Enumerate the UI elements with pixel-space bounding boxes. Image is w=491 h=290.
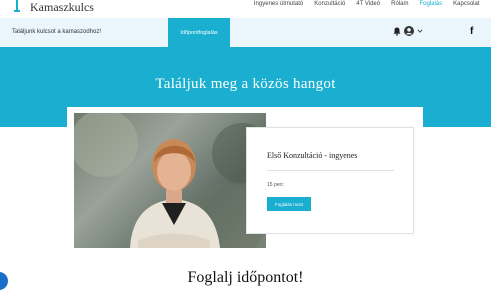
nav-item-konzultacio[interactable]: Konzultáció bbox=[309, 0, 351, 12]
avatar-icon[interactable] bbox=[404, 26, 414, 36]
portrait-image bbox=[74, 113, 266, 248]
service-details-panel: Első Konzultáció - ingyenes 15 perc Fogl… bbox=[246, 127, 414, 234]
chevron-down-icon[interactable] bbox=[417, 28, 423, 34]
service-title[interactable]: Első Konzultáció - ingyenes bbox=[267, 151, 357, 160]
nav-links: Ingyenes útmutató Konzultáció 4T Videó R… bbox=[248, 0, 485, 12]
nav-item-kapcsolat[interactable]: Kapcsolat bbox=[448, 0, 485, 12]
book-now-button[interactable]: Foglalás most bbox=[267, 197, 311, 211]
brand-name[interactable]: Kamaszkulcs bbox=[30, 0, 94, 14]
facebook-icon[interactable]: f bbox=[470, 26, 478, 37]
service-duration: 15 perc bbox=[267, 182, 284, 188]
bell-icon[interactable] bbox=[393, 27, 401, 36]
service-divider bbox=[267, 170, 394, 171]
nav-item-rolam[interactable]: Rólam bbox=[386, 0, 414, 12]
hero-title: Találjuk meg a közös hangot bbox=[155, 76, 336, 92]
top-navigation: Kamaszkulcs Ingyenes útmutató Konzultáci… bbox=[0, 0, 491, 18]
nav-item-4t-video[interactable]: 4T Videó bbox=[351, 0, 386, 12]
sub-header-bar: Találjunk kulcsot a kamaszodhoz! Időpont… bbox=[0, 18, 491, 47]
nav-item-foglalas[interactable]: Foglalás bbox=[414, 0, 448, 12]
key-logo-icon[interactable] bbox=[14, 0, 20, 14]
tagline: Találjunk kulcsot a kamaszodhoz! bbox=[12, 29, 102, 35]
consultant-photo bbox=[74, 113, 266, 248]
section-heading: Foglalj időpontot! bbox=[187, 269, 304, 286]
book-appointment-button[interactable]: Időpontfoglalás bbox=[168, 18, 230, 47]
nav-item-ingyenes-utmutato[interactable]: Ingyenes útmutató bbox=[248, 0, 308, 12]
